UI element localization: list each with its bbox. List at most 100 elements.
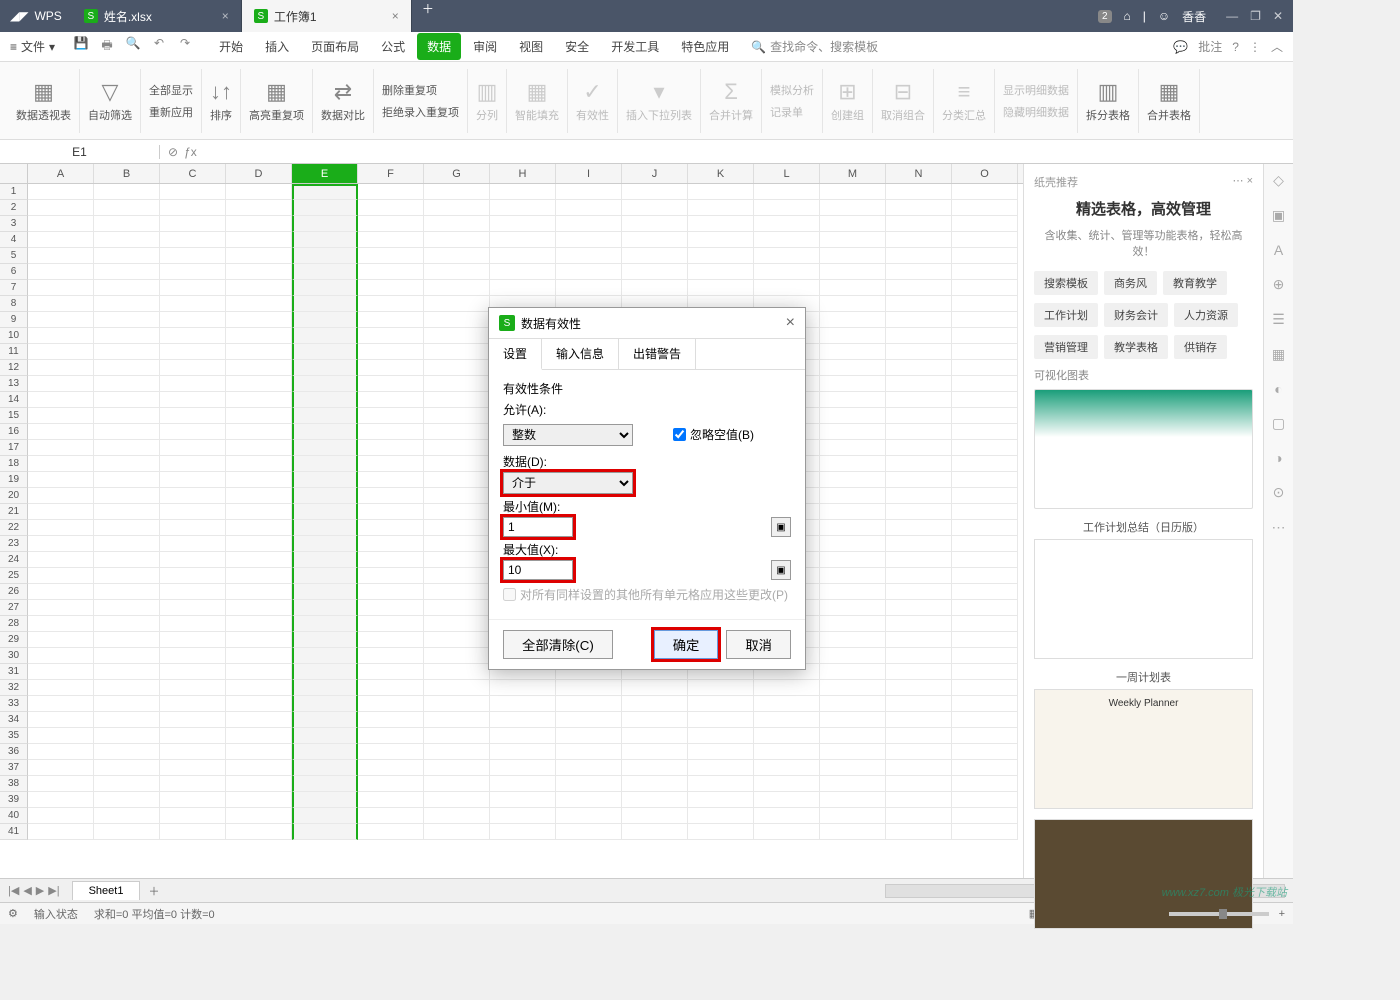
cell[interactable]	[28, 648, 94, 664]
notif-badge[interactable]: 2	[1098, 10, 1112, 23]
cell[interactable]	[820, 600, 886, 616]
column-header[interactable]: F	[358, 164, 424, 183]
cell[interactable]	[886, 216, 952, 232]
row-header[interactable]: 11	[0, 344, 28, 360]
cell[interactable]	[820, 824, 886, 840]
cell[interactable]	[424, 232, 490, 248]
preview-icon[interactable]: 🔍	[125, 36, 141, 57]
cell[interactable]	[490, 728, 556, 744]
cell[interactable]	[226, 264, 292, 280]
maximize-icon[interactable]: ❐	[1250, 9, 1261, 23]
cell[interactable]	[952, 296, 1018, 312]
add-sheet-button[interactable]: ＋	[140, 883, 167, 899]
cell[interactable]	[952, 344, 1018, 360]
cell[interactable]	[358, 536, 424, 552]
cell[interactable]	[28, 488, 94, 504]
cell[interactable]	[688, 744, 754, 760]
cell[interactable]	[226, 296, 292, 312]
ungroup-button[interactable]: ⊟取消组合	[873, 69, 934, 133]
cell[interactable]	[358, 312, 424, 328]
cell[interactable]	[622, 808, 688, 824]
cell[interactable]	[886, 792, 952, 808]
cell[interactable]	[424, 504, 490, 520]
cell[interactable]	[226, 824, 292, 840]
cell[interactable]	[952, 280, 1018, 296]
cell[interactable]	[688, 280, 754, 296]
cell[interactable]	[358, 408, 424, 424]
row-header[interactable]: 1	[0, 184, 28, 200]
cell[interactable]	[94, 712, 160, 728]
cell[interactable]	[226, 408, 292, 424]
cell[interactable]	[94, 824, 160, 840]
cell[interactable]	[688, 248, 754, 264]
column-header[interactable]: D	[226, 164, 292, 183]
cell[interactable]	[952, 760, 1018, 776]
cell[interactable]	[160, 328, 226, 344]
cell[interactable]	[886, 424, 952, 440]
cell[interactable]	[754, 680, 820, 696]
cell[interactable]	[94, 184, 160, 200]
cell[interactable]	[28, 680, 94, 696]
row-header[interactable]: 23	[0, 536, 28, 552]
cell[interactable]	[292, 232, 358, 248]
cell[interactable]	[226, 584, 292, 600]
cell[interactable]	[160, 568, 226, 584]
cell[interactable]	[226, 632, 292, 648]
cell[interactable]	[358, 504, 424, 520]
column-header[interactable]: A	[28, 164, 94, 183]
row-header[interactable]: 21	[0, 504, 28, 520]
cell[interactable]	[292, 264, 358, 280]
cell[interactable]	[358, 632, 424, 648]
cell[interactable]	[358, 216, 424, 232]
cell[interactable]	[94, 760, 160, 776]
cell[interactable]	[292, 280, 358, 296]
cell[interactable]	[886, 648, 952, 664]
cell[interactable]	[556, 200, 622, 216]
row-header[interactable]: 30	[0, 648, 28, 664]
cell[interactable]	[886, 344, 952, 360]
cell[interactable]	[490, 744, 556, 760]
cell[interactable]	[292, 200, 358, 216]
sort-button[interactable]: ↓↑排序	[202, 69, 241, 133]
cell[interactable]	[94, 424, 160, 440]
strip-icon[interactable]: ⋯	[1272, 519, 1286, 536]
cell[interactable]	[28, 536, 94, 552]
row-header[interactable]: 38	[0, 776, 28, 792]
ref-picker-icon[interactable]: ▣	[771, 560, 791, 580]
cell[interactable]	[226, 744, 292, 760]
cell[interactable]	[226, 728, 292, 744]
cell[interactable]	[820, 200, 886, 216]
split-col-button[interactable]: ▥分列	[468, 69, 507, 133]
ref-picker-icon[interactable]: ▣	[771, 517, 791, 537]
cancel-button[interactable]: 取消	[726, 630, 791, 659]
column-header[interactable]: N	[886, 164, 952, 183]
cell[interactable]	[94, 296, 160, 312]
cell[interactable]	[688, 200, 754, 216]
cell[interactable]	[94, 728, 160, 744]
strip-icon[interactable]: ▦	[1272, 346, 1285, 363]
cell[interactable]	[886, 520, 952, 536]
data-select[interactable]: 介于	[503, 472, 633, 494]
create-group-button[interactable]: ⊞创建组	[823, 69, 873, 133]
template-thumb-2[interactable]	[1034, 539, 1253, 659]
cell[interactable]	[688, 264, 754, 280]
cell[interactable]	[886, 328, 952, 344]
cell[interactable]	[952, 328, 1018, 344]
cell[interactable]	[820, 216, 886, 232]
strip-icon[interactable]: ☰	[1272, 311, 1285, 328]
cell[interactable]	[424, 584, 490, 600]
cell[interactable]	[226, 600, 292, 616]
cell[interactable]	[358, 280, 424, 296]
cell[interactable]	[820, 264, 886, 280]
cell[interactable]	[886, 552, 952, 568]
row-header[interactable]: 25	[0, 568, 28, 584]
cell[interactable]	[886, 360, 952, 376]
consolidate-button[interactable]: Σ合并计算	[701, 69, 762, 133]
cell[interactable]	[688, 728, 754, 744]
cell[interactable]	[556, 264, 622, 280]
zoom-in-icon[interactable]: +	[1279, 908, 1285, 920]
cell[interactable]	[952, 616, 1018, 632]
cell[interactable]	[622, 264, 688, 280]
cell[interactable]	[28, 552, 94, 568]
cell[interactable]	[292, 744, 358, 760]
